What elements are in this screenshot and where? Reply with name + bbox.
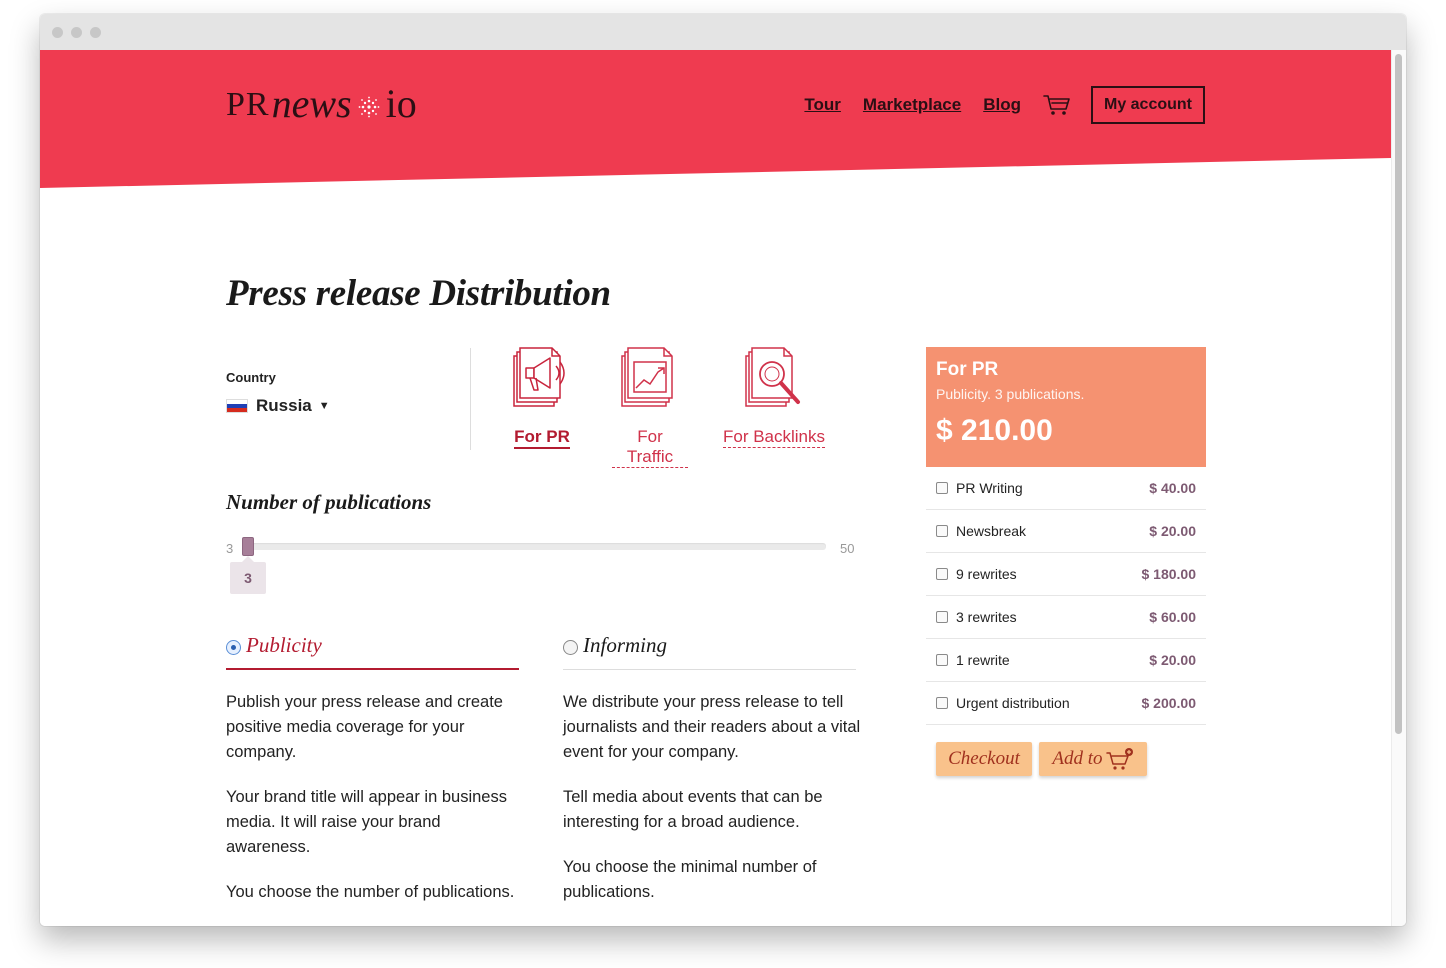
extra-checkbox[interactable]: [936, 654, 948, 666]
checkout-button[interactable]: Checkout: [936, 742, 1032, 776]
megaphone-icon: [513, 347, 565, 407]
publicity-radio[interactable]: [226, 640, 241, 655]
publicity-paragraph: Publish your press release and create po…: [226, 693, 503, 761]
slider-value-bubble: 3: [230, 556, 266, 594]
tab-for-pr-label: For PR: [514, 427, 570, 449]
extra-checkbox[interactable]: [936, 611, 948, 623]
extra-newsbreak[interactable]: Newsbreak $ 20.00: [926, 510, 1206, 553]
price-summary-card: For PR Publicity. 3 publications. $ 210.…: [926, 347, 1206, 467]
extra-price: $ 20.00: [1149, 523, 1196, 539]
extra-checkbox[interactable]: [936, 525, 948, 537]
extra-price: $ 40.00: [1149, 480, 1196, 496]
extra-price: $ 180.00: [1141, 566, 1197, 582]
page-viewport: PR news io Tour Marketplace Blog My acco…: [40, 50, 1391, 926]
nav-link-blog[interactable]: Blog: [983, 95, 1021, 115]
summary-subtitle: Publicity. 3 publications.: [936, 386, 1085, 402]
magnifier-icon: [745, 347, 800, 407]
informing-radio[interactable]: [563, 640, 578, 655]
add-to-cart-icon: [1105, 748, 1133, 770]
tab-for-backlinks[interactable]: For Backlinks: [722, 346, 826, 448]
extra-3-rewrites[interactable]: 3 rewrites $ 60.00: [926, 596, 1206, 639]
publications-slider-track[interactable]: [242, 543, 826, 550]
window-zoom-dot[interactable]: [90, 27, 101, 38]
extra-name: Urgent distribution: [956, 695, 1070, 711]
extra-checkbox[interactable]: [936, 482, 948, 494]
publications-heading: Number of publications: [226, 490, 432, 514]
informing-paragraph: You choose the minimal number of publica…: [563, 858, 817, 901]
tab-for-backlinks-label: For Backlinks: [722, 427, 826, 448]
extras-list: PR Writing $ 40.00 Newsbreak $ 20.00 9 r…: [926, 467, 1206, 725]
extra-1-rewrite[interactable]: 1 rewrite $ 20.00: [926, 639, 1206, 682]
option-informing[interactable]: Informing: [563, 630, 856, 670]
tab-for-traffic[interactable]: For Traffic: [612, 346, 688, 468]
browser-window: PR news io Tour Marketplace Blog My acco…: [40, 14, 1406, 926]
informing-underline: [563, 669, 856, 670]
country-label: Country: [226, 370, 276, 385]
publications-slider-handle[interactable]: [242, 537, 254, 556]
cart-icon[interactable]: [1043, 93, 1071, 117]
logo-news-text: news: [271, 81, 352, 126]
extra-name: 9 rewrites: [956, 566, 1017, 582]
informing-label: Informing: [583, 633, 667, 657]
main-nav: Tour Marketplace Blog My account: [782, 86, 1205, 124]
slider-min-label: 3: [226, 541, 234, 556]
site-logo[interactable]: PR news io: [226, 78, 417, 124]
extra-price: $ 60.00: [1149, 609, 1196, 625]
extra-checkbox[interactable]: [936, 568, 948, 580]
extra-pr-writing[interactable]: PR Writing $ 40.00: [926, 467, 1206, 510]
country-select[interactable]: Russia ▼: [226, 396, 330, 416]
informing-description: We distribute your press release to tell…: [563, 690, 863, 925]
tab-for-pr[interactable]: For PR: [510, 346, 574, 449]
extra-name: Newsbreak: [956, 523, 1027, 539]
logo-pr-text: PR: [226, 86, 270, 123]
window-close-dot[interactable]: [52, 27, 63, 38]
publicity-underline: [226, 668, 519, 670]
publicity-paragraph: You choose the number of publications.: [226, 883, 515, 901]
summary-title: For PR: [936, 359, 999, 380]
extra-price: $ 20.00: [1149, 652, 1196, 668]
informing-paragraph: Tell media about events that can be inte…: [563, 788, 823, 831]
scrollbar-thumb[interactable]: [1395, 54, 1402, 734]
add-to-label: Add to: [1052, 748, 1103, 769]
extra-name: 3 rewrites: [956, 609, 1017, 625]
window-minimize-dot[interactable]: [71, 27, 82, 38]
page-title: Press release Distribution: [226, 273, 611, 314]
browser-titlebar: [40, 14, 1406, 50]
extra-urgent-distribution[interactable]: Urgent distribution $ 200.00: [926, 682, 1206, 725]
nav-link-tour[interactable]: Tour: [804, 95, 841, 115]
tab-for-traffic-label: For Traffic: [612, 427, 688, 468]
country-value: Russia: [256, 396, 312, 415]
extra-name: 1 rewrite: [956, 652, 1010, 668]
extra-price: $ 200.00: [1141, 695, 1197, 711]
dropdown-caret-icon: ▼: [318, 400, 330, 412]
summary-price: $ 210.00: [936, 414, 1053, 447]
logo-io-text: io: [385, 81, 417, 126]
russia-flag-icon: [226, 399, 248, 413]
my-account-button[interactable]: My account: [1090, 86, 1205, 124]
chart-icon: [621, 347, 673, 407]
extra-9-rewrites[interactable]: 9 rewrites $ 180.00: [926, 553, 1206, 596]
logo-burst-icon: [358, 96, 379, 118]
publicity-label: Publicity: [246, 633, 322, 657]
informing-paragraph: We distribute your press release to tell…: [563, 693, 861, 761]
option-publicity[interactable]: Publicity: [226, 630, 519, 670]
extra-checkbox[interactable]: [936, 697, 948, 709]
vertical-divider: [470, 348, 471, 450]
publicity-paragraph: Your brand title will appear in business…: [226, 788, 507, 856]
nav-link-marketplace[interactable]: Marketplace: [863, 95, 961, 115]
add-to-cart-button[interactable]: Add to: [1039, 742, 1147, 776]
extra-name: PR Writing: [956, 480, 1023, 496]
slider-max-label: 50: [840, 541, 855, 556]
publicity-description: Publish your press release and create po…: [226, 690, 526, 925]
